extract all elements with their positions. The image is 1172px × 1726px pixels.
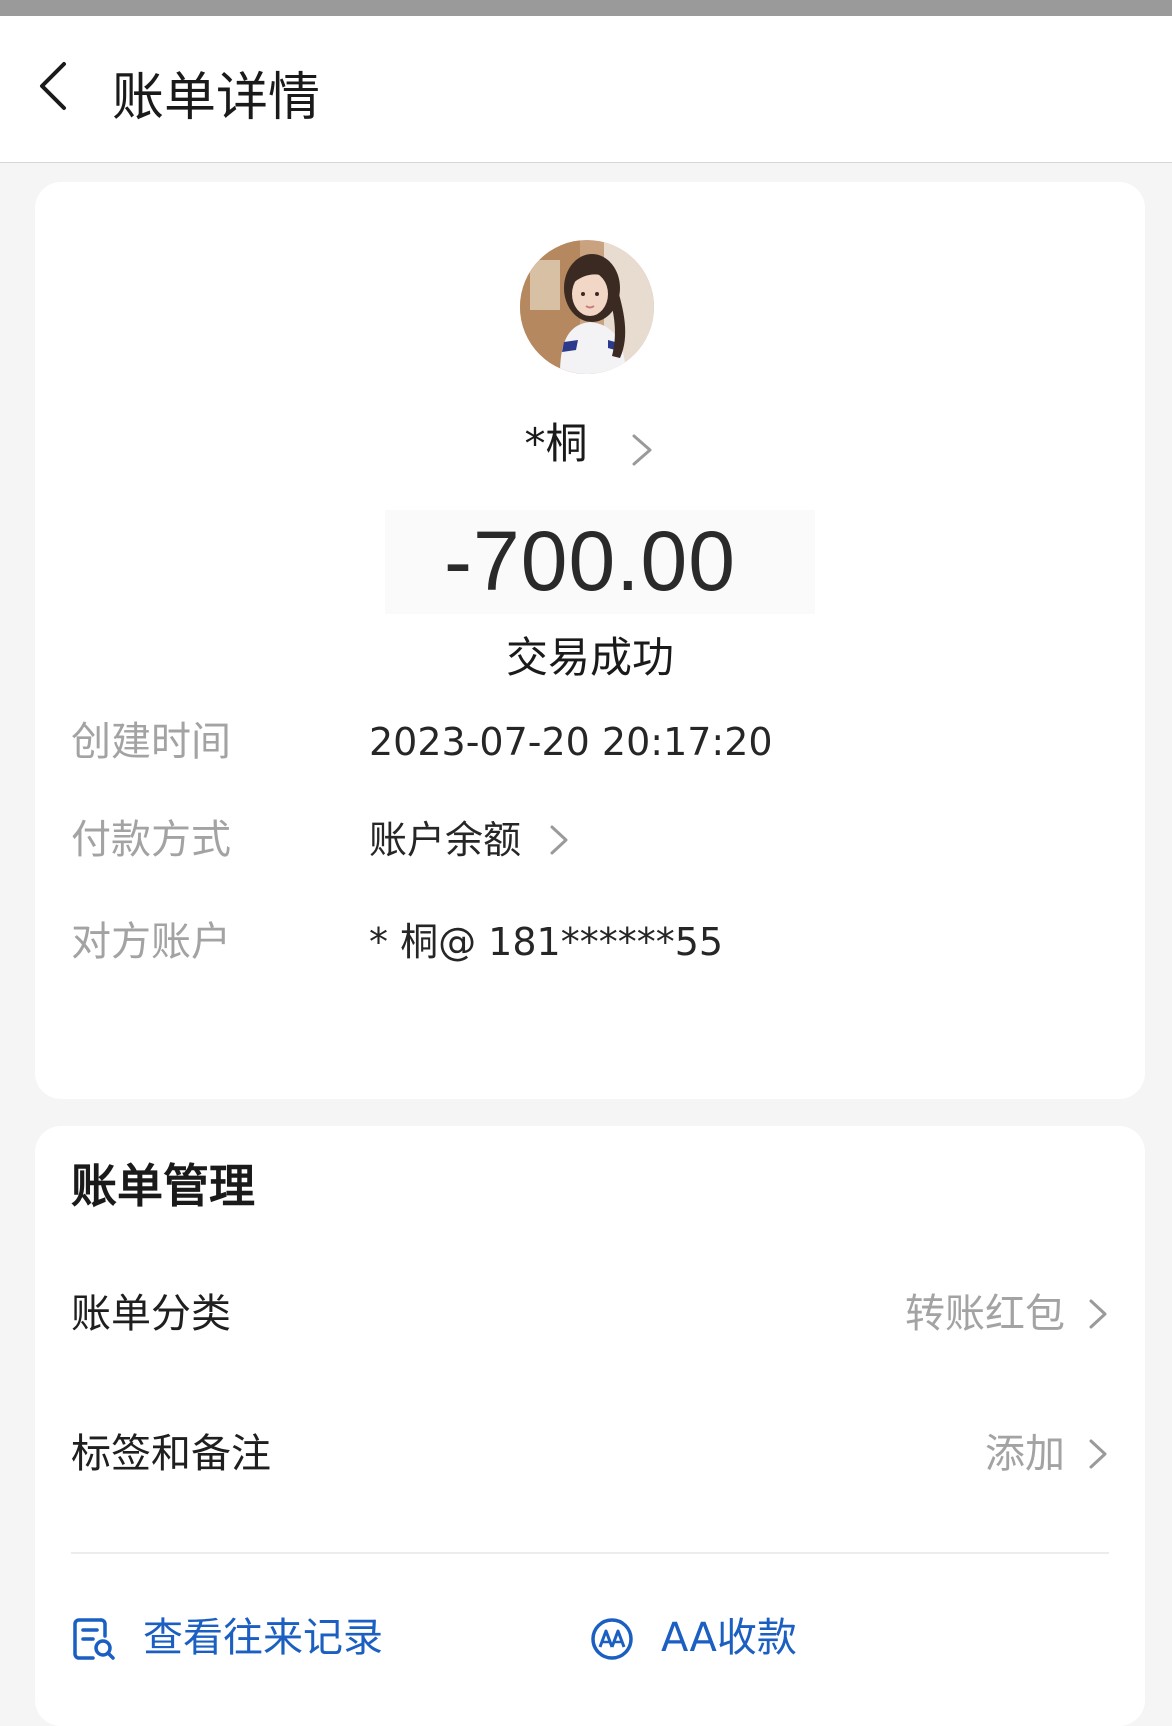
bill-category-label: 账单分类 xyxy=(71,1291,231,1337)
section-title: 账单管理 xyxy=(71,1159,255,1213)
view-records-label: 查看往来记录 xyxy=(143,1615,383,1661)
counterparty-account-value: * 桐@ 181******55 xyxy=(369,920,724,964)
payment-method-label: 付款方式 xyxy=(71,817,231,863)
back-button[interactable] xyxy=(26,56,86,116)
chevron-right-icon xyxy=(1087,1297,1109,1331)
nav-bar: 账单详情 xyxy=(0,16,1172,163)
bill-management-card: 账单管理 账单分类 转账红包 标签和备注 添加 查看往来记录 AA收款 xyxy=(35,1126,1145,1726)
page-title: 账单详情 xyxy=(112,68,321,128)
avatar[interactable] xyxy=(520,240,654,374)
payee-name: *桐 xyxy=(524,419,588,468)
payment-method-value: 账户余额 xyxy=(369,818,522,862)
counterparty-account-label: 对方账户 xyxy=(71,919,231,965)
created-time-label: 创建时间 xyxy=(71,719,231,765)
divider xyxy=(71,1552,1109,1554)
records-search-icon xyxy=(71,1616,117,1662)
tags-notes-row[interactable]: 标签和备注 添加 xyxy=(71,1420,1109,1490)
chevron-right-icon xyxy=(1087,1437,1109,1471)
payee-name-link[interactable]: *桐 xyxy=(35,414,1145,474)
chevron-right-icon xyxy=(547,822,571,858)
aa-collect-label: AA收款 xyxy=(661,1615,797,1661)
chevron-right-icon xyxy=(628,430,656,470)
bill-category-row[interactable]: 账单分类 转账红包 xyxy=(71,1280,1109,1350)
tags-notes-value: 添加 xyxy=(985,1431,1065,1477)
transaction-amount: -700.00 xyxy=(444,514,736,608)
created-time-value: 2023-07-20 20:17:20 xyxy=(369,720,773,764)
bill-category-value: 转账红包 xyxy=(905,1291,1065,1337)
aa-collect-icon xyxy=(589,1616,635,1662)
status-bar xyxy=(0,0,1172,16)
aa-collect-button[interactable]: AA收款 xyxy=(589,1604,849,1674)
payment-method-link[interactable]: 账户余额 xyxy=(369,812,571,868)
chevron-left-icon xyxy=(40,62,66,110)
transaction-status: 交易成功 xyxy=(505,633,674,682)
view-records-button[interactable]: 查看往来记录 xyxy=(71,1604,451,1674)
transaction-card: *桐 -700.00 交易成功 创建时间 2023-07-20 20:17:20… xyxy=(35,182,1145,1099)
tags-notes-label: 标签和备注 xyxy=(71,1431,271,1477)
